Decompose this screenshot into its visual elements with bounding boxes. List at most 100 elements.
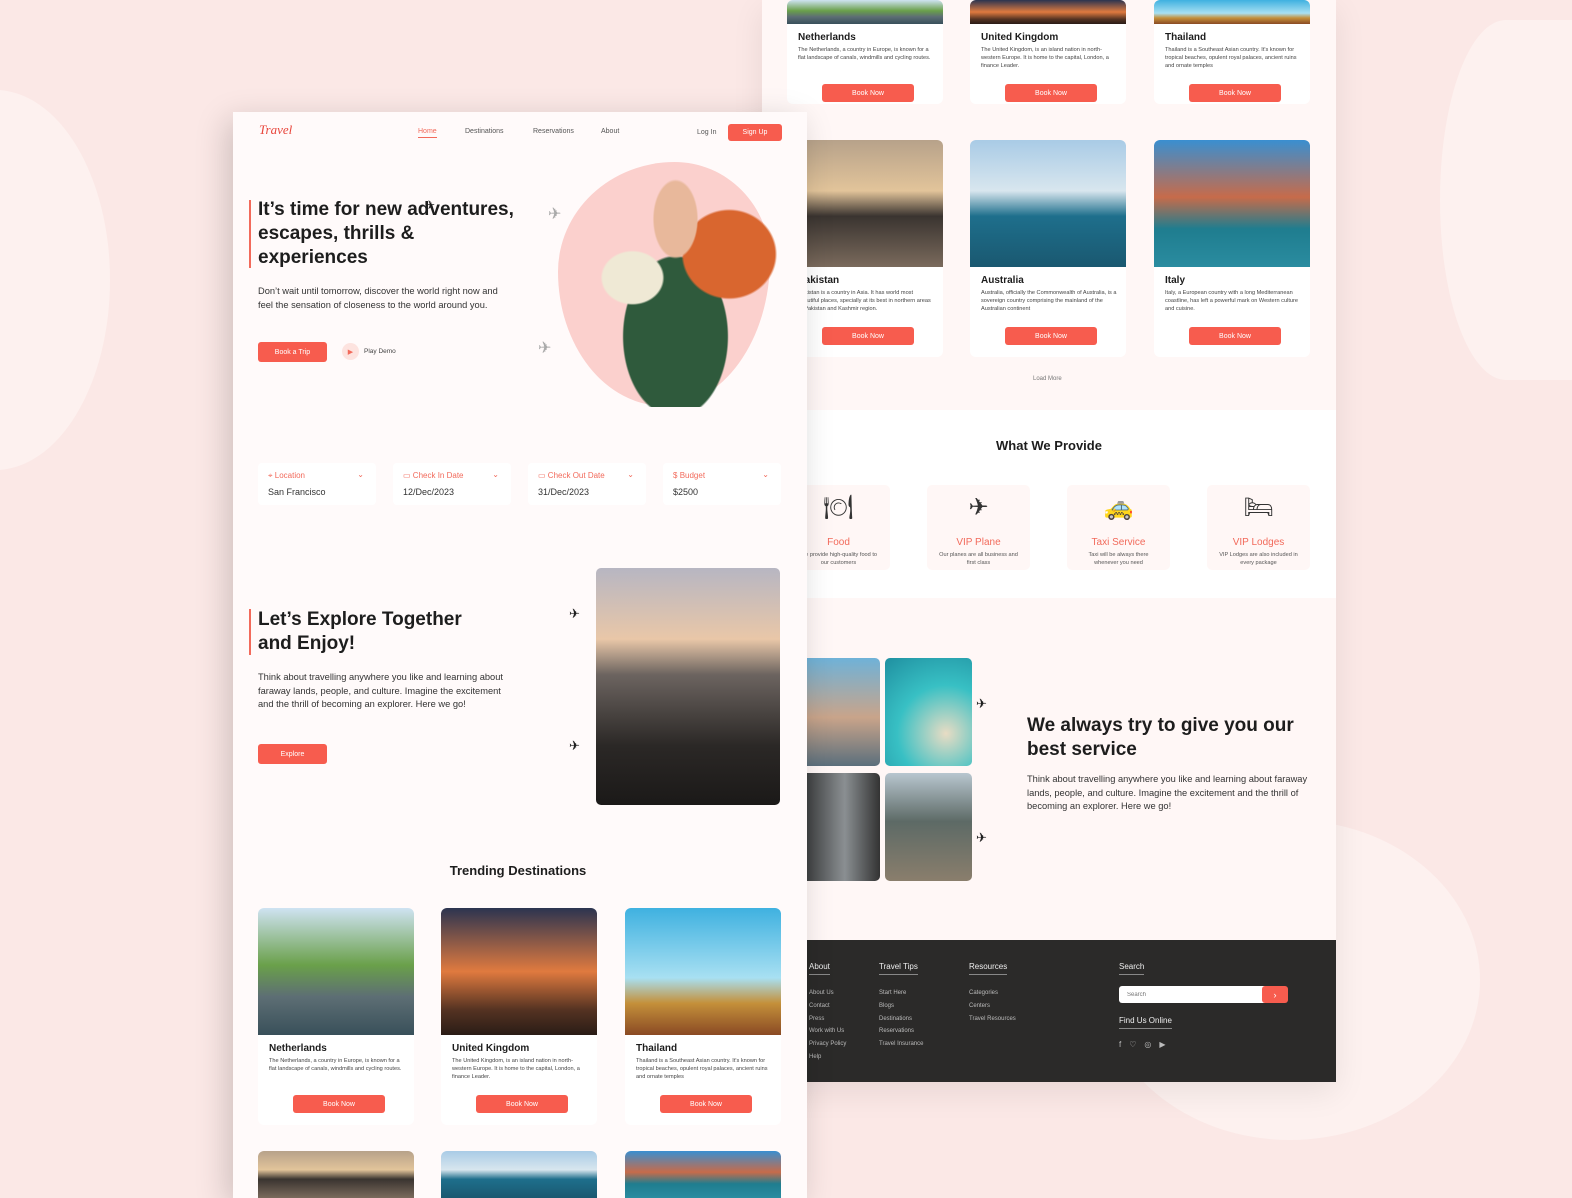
- chevron-down-icon[interactable]: ⌄: [492, 470, 499, 479]
- destination-description: Thailand is a Southeast Asian country. I…: [636, 1058, 768, 1080]
- chevron-down-icon[interactable]: ⌄: [357, 470, 364, 479]
- search-field-location[interactable]: ⌖ Location San Francisco ⌄: [258, 463, 376, 505]
- destination-name: Thailand: [1165, 32, 1207, 43]
- search-field-check-out-date[interactable]: ▭ Check Out Date 31/Dec/2023 ⌄: [528, 463, 646, 505]
- destination-image: [1154, 140, 1310, 267]
- explore-image: [596, 568, 780, 805]
- destination-card: [625, 1151, 781, 1198]
- footer-link[interactable]: Help: [809, 1051, 821, 1064]
- footer-link[interactable]: Work with Us: [809, 1025, 844, 1038]
- footer-link[interactable]: About Us: [809, 987, 834, 1000]
- footer-link[interactable]: Contact: [809, 1000, 830, 1013]
- destination-description: The Netherlands, a country in Europe, is…: [798, 47, 931, 61]
- destination-description: Italy, a European country with a long Me…: [1165, 290, 1298, 312]
- plane-icon: ✈: [968, 494, 989, 521]
- destination-card: United Kingdom The United Kingdom, is an…: [441, 908, 597, 1125]
- login-link[interactable]: Log In: [697, 129, 716, 136]
- service-card: 🚕 Taxi Service Taxi will be always there w…: [1067, 485, 1170, 570]
- field-label: Budget: [679, 471, 706, 480]
- logo[interactable]: Travel: [259, 122, 292, 138]
- play-icon: ▶: [342, 343, 359, 360]
- footer-column-title: About: [809, 962, 830, 975]
- explore-button[interactable]: Explore: [258, 744, 327, 764]
- footer-link[interactable]: Travel Insurance: [879, 1038, 923, 1051]
- destination-image: [441, 908, 597, 1035]
- plane-doodle-icon: ✈: [569, 738, 580, 753]
- book-trip-button[interactable]: Book a Trip: [258, 342, 327, 362]
- book-now-button[interactable]: Book Now: [1189, 327, 1281, 345]
- destination-description: The Netherlands, a country in Europe, is…: [269, 1058, 402, 1072]
- front-page: Travel Home Destinations Reservations Ab…: [233, 112, 807, 1198]
- destination-card: Thailand Thailand is a Southeast Asian c…: [1154, 0, 1310, 104]
- instagram-icon[interactable]: ◎: [1144, 1040, 1159, 1049]
- destination-card: Australia Australia, officially the Comm…: [970, 140, 1126, 357]
- destination-name: United Kingdom: [452, 1043, 530, 1054]
- book-now-button[interactable]: Book Now: [1005, 84, 1097, 102]
- destination-card: Italy Italy, a European country with a l…: [1154, 140, 1310, 357]
- play-demo-button[interactable]: ▶ Play Demo: [342, 343, 396, 360]
- back-page: Netherlands The Netherlands, a country i…: [762, 0, 1336, 1082]
- book-now-button[interactable]: Book Now: [822, 84, 914, 102]
- footer-link[interactable]: Blogs: [879, 1000, 894, 1013]
- car-icon: 🚕: [1103, 494, 1134, 521]
- field-label: Check Out Date: [547, 471, 605, 480]
- destination-image: [441, 1151, 597, 1198]
- footer-link[interactable]: Centers: [969, 1000, 990, 1013]
- destination-description: Australia, officially the Commonwealth o…: [981, 290, 1117, 312]
- trending-title: Trending Destinations: [449, 863, 587, 878]
- youtube-icon[interactable]: ▶: [1159, 1040, 1173, 1049]
- book-now-button[interactable]: Book Now: [1189, 84, 1281, 102]
- book-now-button[interactable]: Book Now: [293, 1095, 385, 1113]
- field-label: Check In Date: [412, 471, 464, 480]
- bed-icon: 🛏: [1243, 494, 1274, 521]
- book-now-button[interactable]: Book Now: [822, 327, 914, 345]
- footer-link[interactable]: Travel Resources: [969, 1013, 1016, 1026]
- service-image-4: [885, 773, 972, 881]
- dollar-icon: $: [673, 471, 678, 480]
- accent-bar: [249, 200, 251, 268]
- nav-about[interactable]: About: [601, 128, 619, 135]
- search-field-budget[interactable]: $ Budget $2500 ⌄: [663, 463, 781, 505]
- load-more-link[interactable]: Load More: [1033, 376, 1062, 382]
- plane-doodle-icon: ✈: [425, 198, 436, 212]
- search-field-check-in-date[interactable]: ▭ Check In Date 12/Dec/2023 ⌄: [393, 463, 511, 505]
- destination-name: Netherlands: [269, 1043, 327, 1054]
- footer-link[interactable]: Destinations: [879, 1013, 912, 1026]
- footer-link[interactable]: Privacy Policy: [809, 1038, 846, 1051]
- nav-home[interactable]: Home: [418, 128, 437, 138]
- destination-name: Australia: [981, 275, 1024, 286]
- field-value: $2500: [673, 487, 699, 497]
- destination-card: [441, 1151, 597, 1198]
- footer-link[interactable]: Start Here: [879, 987, 906, 1000]
- chevron-down-icon[interactable]: ⌄: [627, 470, 634, 479]
- footer-search-input[interactable]: [1119, 986, 1265, 1003]
- hero-traveler-image: [568, 172, 783, 407]
- book-now-button[interactable]: Book Now: [1005, 327, 1097, 345]
- provide-title: What We Provide: [996, 438, 1102, 453]
- airplane-icon: ✈: [548, 206, 562, 223]
- nav-destinations[interactable]: Destinations: [465, 128, 504, 135]
- destination-card: Netherlands The Netherlands, a country i…: [258, 908, 414, 1125]
- footer-link[interactable]: Categories: [969, 987, 998, 1000]
- destination-description: The United Kingdom, is an island nation …: [452, 1058, 580, 1080]
- destination-card: [258, 1151, 414, 1198]
- service-image-2: [885, 658, 972, 766]
- nav-reservations[interactable]: Reservations: [533, 128, 574, 135]
- destination-card: Pakistan Pakistan is a country in Asia. …: [787, 140, 943, 357]
- footer-link[interactable]: Press: [809, 1013, 824, 1026]
- book-now-button[interactable]: Book Now: [476, 1095, 568, 1113]
- destination-image: [625, 908, 781, 1035]
- service-card-desc: VIP Lodges are also included in every pa…: [1219, 552, 1298, 566]
- twitter-icon[interactable]: ♡: [1129, 1040, 1144, 1049]
- destination-image: [970, 0, 1126, 24]
- facebook-icon[interactable]: f: [1119, 1040, 1129, 1049]
- hero-title: It’s time for new adventures, escapes, t…: [258, 199, 514, 268]
- destination-card: United Kingdom The United Kingdom, is an…: [970, 0, 1126, 104]
- book-now-button[interactable]: Book Now: [660, 1095, 752, 1113]
- field-label: Location: [274, 471, 305, 480]
- footer-search-button[interactable]: ›: [1262, 986, 1288, 1003]
- chevron-down-icon[interactable]: ⌄: [762, 470, 769, 479]
- footer-link[interactable]: Reservations: [879, 1025, 914, 1038]
- signup-button[interactable]: Sign Up: [728, 124, 782, 141]
- service-card-title: Taxi Service: [1091, 537, 1146, 548]
